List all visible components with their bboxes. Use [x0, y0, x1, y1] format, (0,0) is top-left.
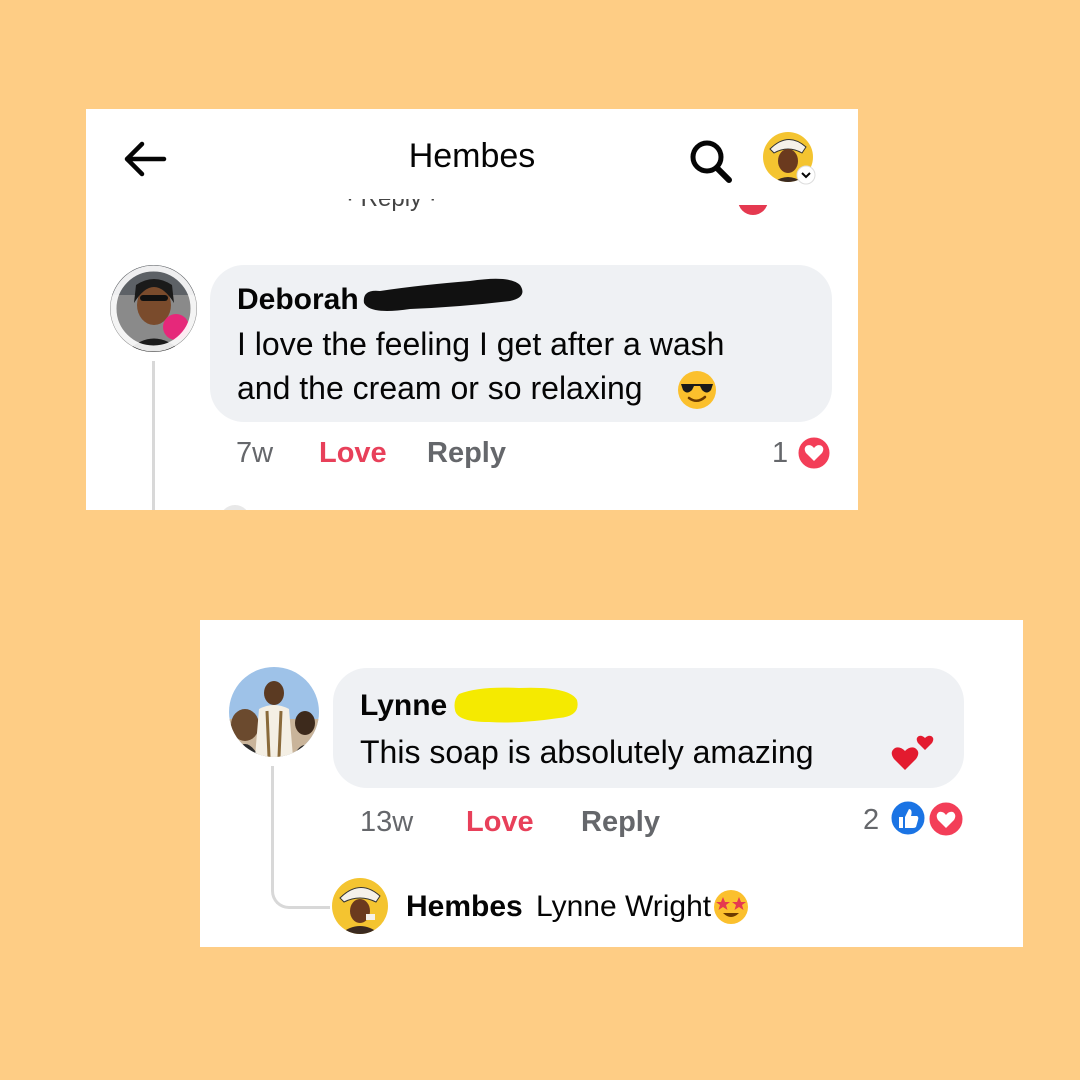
like-reaction-icon — [888, 798, 928, 838]
redaction-black — [363, 278, 523, 311]
comment-timestamp: 13w — [360, 806, 414, 838]
comment-author[interactable]: Deborah — [237, 283, 359, 317]
clipped-previous-text: · Reply · — [346, 199, 546, 213]
reply-author[interactable]: Hembes — [406, 890, 523, 924]
comment-text-line-2: and the cream or so relaxing — [237, 370, 643, 406]
reaction-count[interactable]: 2 — [863, 804, 879, 837]
comment-text: This soap is absolutely amazing — [360, 734, 814, 770]
love-button[interactable]: Love — [319, 437, 387, 470]
reply-button[interactable]: Reply — [581, 806, 660, 839]
comment-bubble: Deborah I love the feeling I get after a… — [210, 265, 832, 422]
reply-mention[interactable]: Lynne Wright — [536, 890, 711, 924]
love-reaction-icon — [795, 434, 833, 472]
search-button[interactable] — [686, 137, 736, 187]
smiling-face-with-sunglasses-icon — [678, 371, 716, 409]
comment-timestamp: 7w — [236, 437, 274, 469]
commenter-avatar[interactable] — [229, 667, 319, 757]
thread-line — [152, 361, 155, 510]
clipped-reaction-icon — [738, 205, 772, 217]
comment-screenshot-card-2: Lynne This soap is absolutely amazing 13… — [200, 620, 1023, 947]
comment-text-line-1: I love the feeling I get after a wash — [237, 326, 725, 362]
page-title: Hembes — [408, 137, 536, 175]
redaction-yellow — [454, 687, 578, 723]
thread-line — [271, 766, 330, 909]
comment-bubble: Lynne This soap is absolutely amazing — [333, 668, 964, 788]
next-reply-avatar — [220, 505, 250, 510]
comment-author[interactable]: Lynne — [360, 689, 447, 723]
reply-avatar[interactable] — [332, 878, 388, 934]
commenter-avatar[interactable] — [110, 265, 197, 352]
reaction-count[interactable]: 1 — [772, 437, 788, 470]
profile-menu-button[interactable] — [762, 131, 816, 185]
reply-button[interactable]: Reply — [427, 437, 506, 470]
star-struck-icon — [714, 890, 748, 924]
search-icon — [690, 140, 732, 183]
love-reaction-icon — [926, 799, 966, 839]
two-hearts-icon — [891, 735, 934, 770]
love-button[interactable]: Love — [466, 806, 534, 839]
comment-screenshot-card-1: Hembes · Reply · — [86, 109, 858, 510]
page-avatar — [763, 132, 816, 185]
